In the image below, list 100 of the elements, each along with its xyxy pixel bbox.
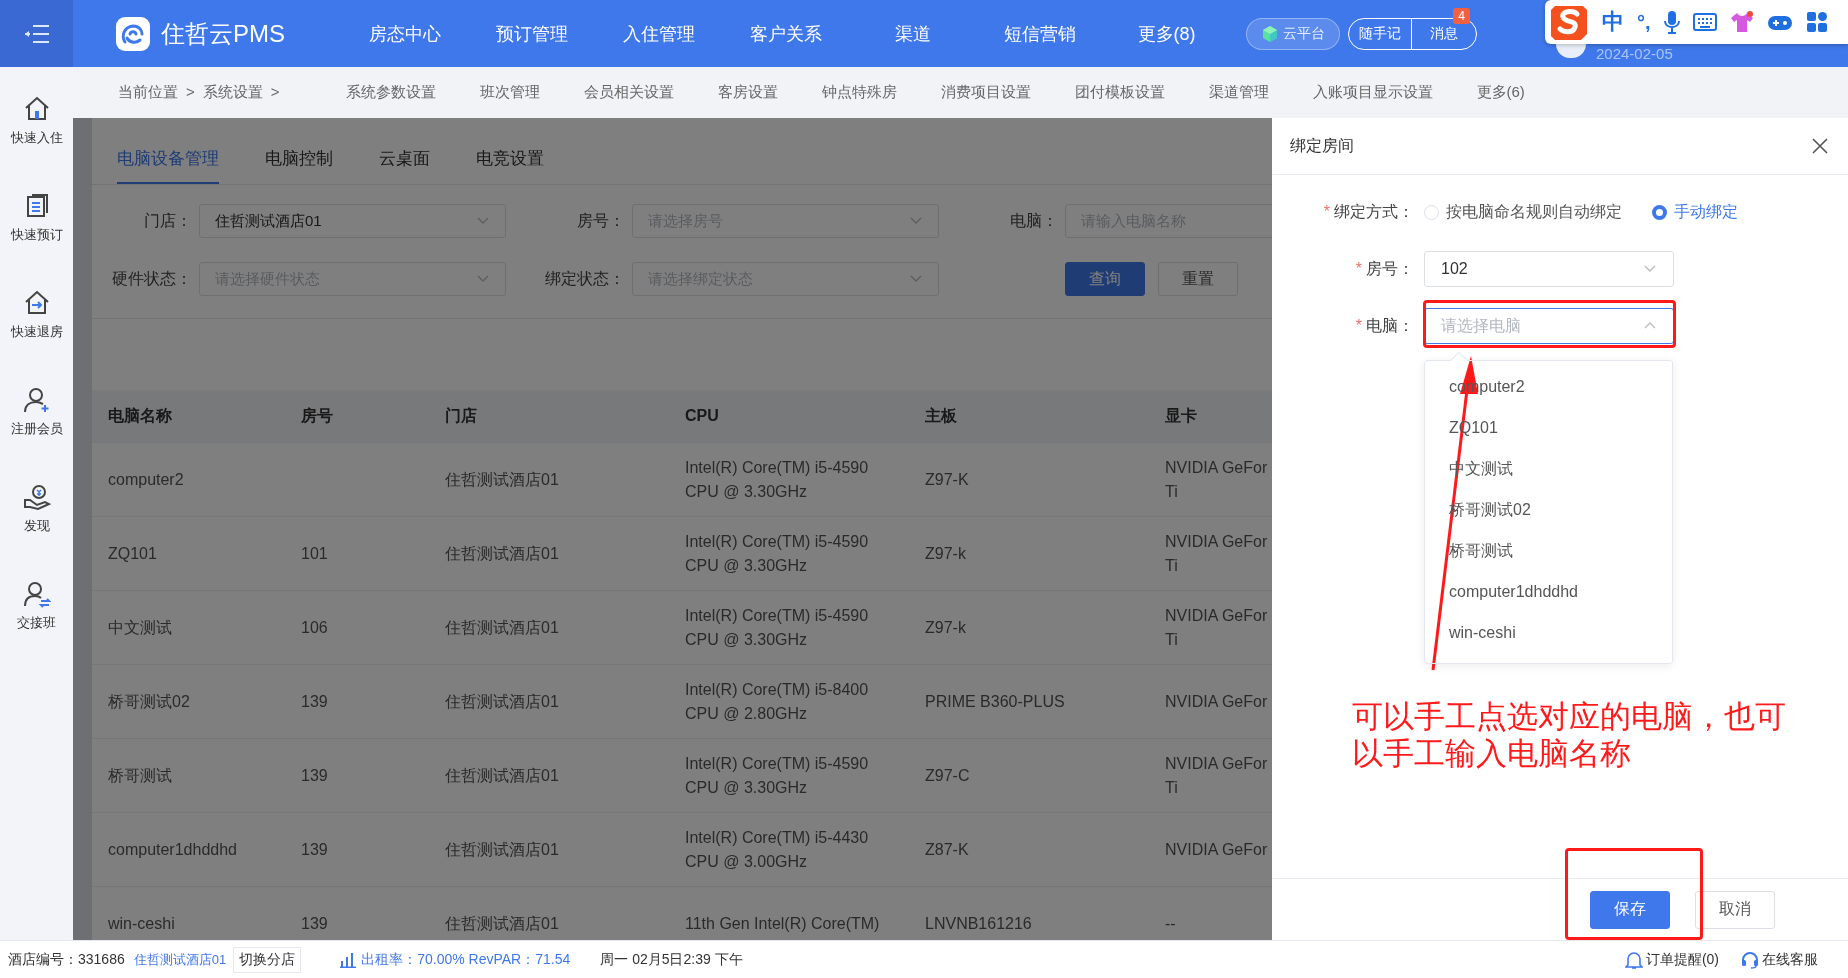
save-button[interactable]: 保存 <box>1590 890 1670 929</box>
table-cell-text: 11th Gen Intel(R) Core(TM) <box>684 913 881 934</box>
table-cell-text: win-ceshi <box>107 913 176 934</box>
settings-link[interactable]: 会员相关设置 <box>583 83 674 102</box>
support-link[interactable]: 在线客服 <box>1741 950 1818 969</box>
person-plus-icon <box>22 386 51 414</box>
table-cell-text: Z97-k <box>924 543 967 564</box>
select-field[interactable]: 住哲测试酒店01 <box>199 204 506 238</box>
table-cell-text: 139 <box>300 691 329 712</box>
table-cell-text: Intel(R) Core(TM) i5-4590 CPU @ 3.30GHz <box>684 753 870 798</box>
table-cell-text: Intel(R) Core(TM) i5-4590 CPU @ 3.30GHz <box>684 605 870 650</box>
settings-link[interactable]: 班次管理 <box>479 83 540 102</box>
nav-link[interactable]: 更多(8) <box>1103 21 1230 46</box>
table-cell-text: 住哲测试酒店01 <box>444 691 560 712</box>
nav-link[interactable]: 房态中心 <box>341 21 468 46</box>
table-cell-text: 桥哥测试 <box>107 765 173 786</box>
person-swap-icon <box>22 580 51 608</box>
sidebar-item[interactable]: 快速入住 <box>10 95 63 192</box>
settings-link[interactable]: 客房设置 <box>717 83 778 102</box>
dropdown-option[interactable]: computer1dhddhd <box>1425 571 1672 612</box>
grid-icon[interactable] <box>1805 11 1828 33</box>
punctuation-toggle[interactable]: °, <box>1637 10 1651 34</box>
annotation-text: 可以手工点选对应的电脑，也可以手工输入电脑名称 <box>1352 698 1787 772</box>
nav-link[interactable]: 短信营销 <box>976 21 1103 46</box>
table-cell-text: Intel(R) Core(TM) i5-8400 CPU @ 2.80GHz <box>684 679 870 724</box>
field-label: 房号： <box>1366 259 1414 277</box>
datetime-text: 周一 02月5日2:39 下午 <box>600 950 743 969</box>
field-label: 硬件状态： <box>111 268 192 289</box>
column-header: 房号 <box>300 406 334 426</box>
table-cell-text: Intel(R) Core(TM) i5-4590 CPU @ 3.30GHz <box>684 457 870 502</box>
table-cell-text: 住哲测试酒店01 <box>444 913 560 934</box>
settings-link[interactable]: 渠道管理 <box>1208 83 1269 102</box>
hand-coin-icon <box>22 483 51 511</box>
nav-link[interactable]: 客户关系 <box>722 21 849 46</box>
microphone-icon[interactable] <box>1663 10 1680 34</box>
table-cell-text: NVIDIA GeFor Ti <box>1164 457 1269 502</box>
order-alert-link[interactable]: 订单提醒(0) <box>1624 950 1719 969</box>
menu-icon <box>23 23 50 44</box>
settings-link[interactable]: 钟点特殊房 <box>821 83 897 102</box>
column-header: CPU <box>684 406 720 426</box>
reset-button[interactable]: 重置 <box>1158 262 1238 296</box>
table-cell-text: Z97-K <box>924 469 970 490</box>
dropdown-option[interactable]: 桥哥测试 <box>1425 530 1672 571</box>
menu-button[interactable] <box>0 0 73 67</box>
search-button[interactable]: 查询 <box>1065 262 1145 296</box>
nav-link[interactable]: 渠道 <box>849 21 976 46</box>
breadcrumb-separator: > <box>186 83 195 102</box>
sidebar-item[interactable]: 发现 <box>22 483 51 580</box>
sidebar-item[interactable]: 快速退房 <box>10 289 63 386</box>
settings-link[interactable]: 团付模板设置 <box>1074 83 1165 102</box>
hotel-id-text: 酒店编号：331686 <box>8 950 125 969</box>
input-mode-toggle[interactable]: 中 <box>1602 7 1624 37</box>
table-cell-text: 101 <box>300 543 329 564</box>
field-label: 门店： <box>143 210 192 231</box>
notes-button[interactable]: 随手记 <box>1349 18 1411 49</box>
select-field[interactable]: 102 <box>1424 251 1674 287</box>
table-cell-text: 住哲测试酒店01 <box>444 839 560 860</box>
keyboard-icon[interactable] <box>1692 13 1717 31</box>
hotel-link[interactable]: 住哲测试酒店01 <box>133 950 227 969</box>
radio-button[interactable] <box>1652 204 1667 220</box>
bell-icon <box>1624 950 1643 969</box>
table-cell-text: Intel(R) Core(TM) i5-4590 CPU @ 3.30GHz <box>684 531 870 576</box>
tab[interactable]: 电脑设备管理 <box>117 147 219 184</box>
switch-store-button[interactable]: 切换分店 <box>233 946 302 973</box>
field-label: 电脑： <box>1009 210 1058 231</box>
table-cell-text: PRIME B360-PLUS <box>924 691 1066 712</box>
table-cell-text: Intel(R) Core(TM) i5-4430 CPU @ 3.00GHz <box>684 827 870 872</box>
column-header: 门店 <box>444 406 478 426</box>
avatar[interactable] <box>1556 44 1586 58</box>
dropdown-option[interactable]: win-ceshi <box>1425 612 1672 653</box>
required-mark: * <box>1355 316 1362 334</box>
radio-option[interactable]: 手动绑定 <box>1652 201 1738 223</box>
table-cell-text: Z97-C <box>924 765 971 786</box>
settings-link[interactable]: 入账项目显示设置 <box>1312 83 1433 102</box>
tab[interactable]: 云桌面 <box>379 147 430 184</box>
settings-link[interactable]: 更多(6) <box>1476 83 1525 102</box>
table-cell-text: 中文测试 <box>107 617 173 638</box>
sidebar-item[interactable]: 交接班 <box>17 580 56 677</box>
tab[interactable]: 电脑控制 <box>265 147 333 184</box>
table-cell-text: 106 <box>300 617 329 638</box>
table-cell-text: 住哲测试酒店01 <box>444 543 560 564</box>
close-icon[interactable] <box>1812 138 1828 154</box>
nav-link[interactable]: 入住管理 <box>595 21 722 46</box>
sidebar-item[interactable]: 注册会员 <box>10 386 63 483</box>
table-cell-text: 住哲测试酒店01 <box>444 469 560 490</box>
count-badge: 4 <box>1453 7 1470 24</box>
sidebar-item[interactable]: 快速预订 <box>10 192 63 289</box>
headset-icon <box>1741 950 1759 969</box>
cancel-button[interactable]: 取消 <box>1695 890 1775 929</box>
column-header: 主板 <box>924 406 958 426</box>
nav-link[interactable]: 预订管理 <box>468 21 595 46</box>
cloud-platform-button[interactable]: 云平台 <box>1246 17 1340 50</box>
shirt-icon[interactable] <box>1729 11 1754 33</box>
table-cell-text: Z87-K <box>924 839 970 860</box>
radio-option[interactable]: 按电脑命名规则自动绑定 <box>1424 201 1622 223</box>
settings-link[interactable]: 系统参数设置 <box>345 83 436 102</box>
table-cell-text: NVIDIA GeFor <box>1164 839 1269 860</box>
field-label: 电脑： <box>1366 316 1414 334</box>
settings-link[interactable]: 消费项目设置 <box>940 83 1031 102</box>
tab[interactable]: 电竞设置 <box>476 147 544 184</box>
